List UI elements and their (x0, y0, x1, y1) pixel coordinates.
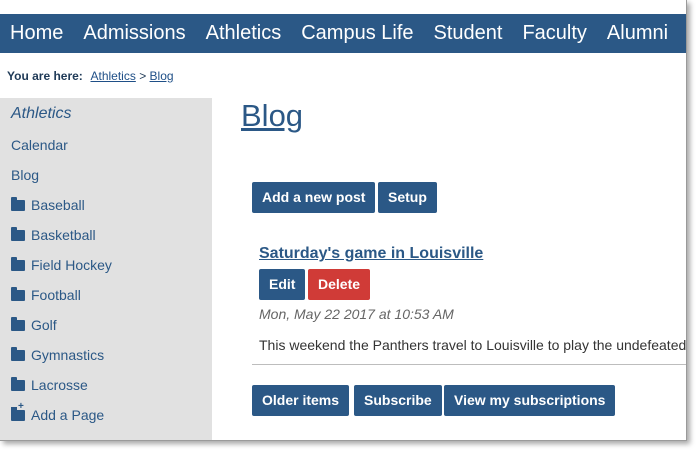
browser-frame: Home Admissions Athletics Campus Life St… (0, 0, 687, 441)
sidebar-item-field-hockey[interactable]: Field Hockey (11, 256, 112, 273)
folder-icon (11, 376, 25, 391)
post-excerpt: This weekend the Panthers travel to Loui… (259, 337, 687, 353)
breadcrumb: You are here: Athletics > Blog (7, 69, 174, 83)
page-title[interactable]: Blog (241, 98, 303, 134)
nav-faculty[interactable]: Faculty (522, 22, 586, 45)
sidebar-title[interactable]: Athletics (11, 105, 71, 123)
sidebar-item-label: Gymnastics (31, 347, 105, 363)
older-items-button[interactable]: Older items (252, 385, 350, 416)
post-title-link[interactable]: Saturday's game in Louisville (259, 245, 483, 263)
nav-campus-life[interactable]: Campus Life (301, 22, 413, 45)
sidebar-item-basketball[interactable]: Basketball (11, 226, 96, 243)
nav-alumni[interactable]: Alumni (607, 22, 668, 45)
view-subscriptions-button[interactable]: View my subscriptions (444, 385, 616, 416)
sidebar-item-label: Lacrosse (31, 377, 88, 393)
sidebar-item-gymnastics[interactable]: Gymnastics (11, 346, 105, 363)
breadcrumb-athletics-link[interactable]: Athletics (90, 69, 135, 83)
sidebar-item-blog[interactable]: Blog (11, 167, 39, 183)
nav-home[interactable]: Home (10, 22, 63, 45)
add-page-link[interactable]: Add a Page (11, 401, 105, 423)
nav-athletics[interactable]: Athletics (206, 22, 282, 45)
nav-admissions[interactable]: Admissions (83, 22, 185, 45)
top-navigation: Home Admissions Athletics Campus Life St… (0, 14, 686, 53)
delete-button[interactable]: Delete (308, 269, 371, 300)
post-divider (252, 364, 686, 365)
setup-button[interactable]: Setup (378, 182, 437, 213)
post-date: Mon, May 22 2017 at 10:53 AM (259, 306, 454, 322)
folder-icon (11, 196, 25, 211)
sidebar: Athletics Calendar Blog Baseball Basketb… (0, 98, 212, 440)
folder-icon (11, 256, 25, 271)
folder-icon (11, 286, 25, 301)
sidebar-item-label: Basketball (31, 227, 96, 243)
sidebar-item-lacrosse[interactable]: Lacrosse (11, 376, 88, 393)
sidebar-item-golf[interactable]: Golf (11, 316, 57, 333)
folder-icon (11, 226, 25, 241)
folder-icon (11, 316, 25, 331)
add-new-post-button[interactable]: Add a new post (252, 182, 376, 213)
sidebar-item-label: Golf (31, 317, 57, 333)
sidebar-item-football[interactable]: Football (11, 286, 81, 303)
sidebar-item-label: Baseball (31, 197, 85, 213)
sidebar-item-label: Field Hockey (31, 257, 112, 273)
breadcrumb-label: You are here: (7, 69, 83, 83)
breadcrumb-separator: > (139, 69, 147, 83)
sidebar-item-baseball[interactable]: Baseball (11, 196, 85, 213)
subscribe-button[interactable]: Subscribe (354, 385, 442, 416)
nav-student[interactable]: Student (434, 22, 503, 45)
add-folder-icon (11, 401, 25, 421)
breadcrumb-blog-link[interactable]: Blog (150, 69, 174, 83)
folder-icon (11, 346, 25, 361)
add-page-label: Add a Page (31, 407, 105, 423)
sidebar-item-calendar[interactable]: Calendar (11, 137, 68, 153)
sidebar-item-label: Football (31, 287, 81, 303)
edit-button[interactable]: Edit (259, 269, 306, 300)
